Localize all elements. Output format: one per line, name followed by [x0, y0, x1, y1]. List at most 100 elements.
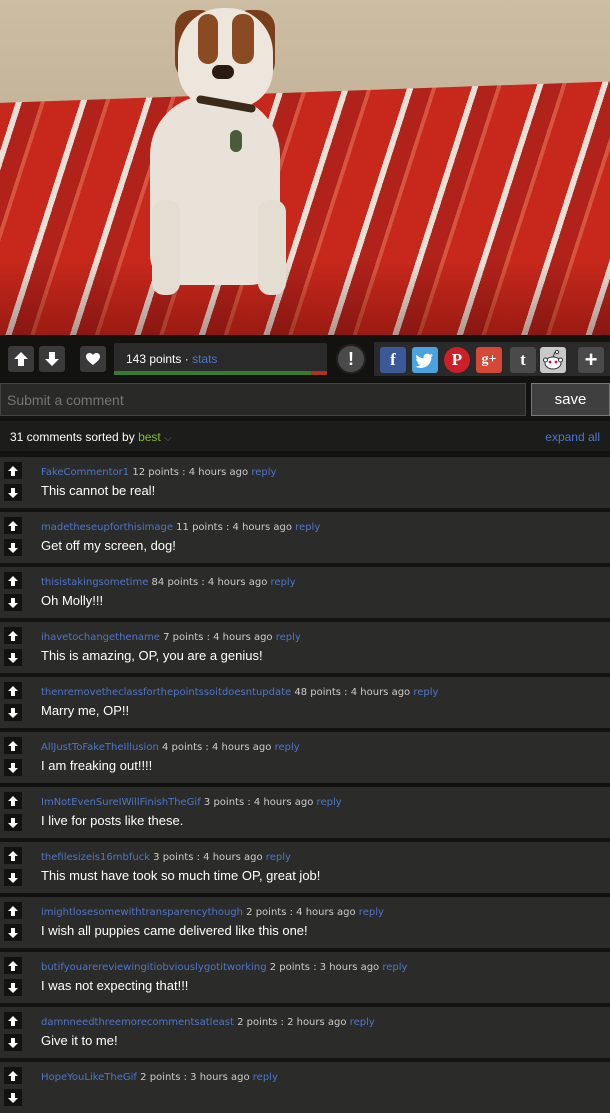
comment-upvote-button[interactable]	[4, 737, 22, 754]
arrow-down-icon	[8, 652, 18, 663]
comment-upvote-button[interactable]	[4, 682, 22, 699]
comment-author[interactable]: AllJustToFakeTheIllusion	[41, 742, 159, 753]
comment-author[interactable]: imightlosesomewithtransparencythough	[41, 907, 243, 918]
comment-author[interactable]: HopeYouLikeTheGif	[41, 1072, 137, 1083]
comment-text: Give it to me!	[41, 1033, 118, 1048]
meta-separator: :	[178, 467, 189, 478]
comment-text: I was not expecting that!!!	[41, 978, 189, 993]
googleplus-share-button[interactable]: g+	[476, 347, 502, 373]
comment-downvote-button[interactable]	[4, 979, 22, 996]
comment-text: Get off my screen, dog!	[41, 538, 176, 553]
comment-upvote-button[interactable]	[4, 1067, 22, 1084]
comment-downvote-button[interactable]	[4, 484, 22, 501]
comment-author[interactable]: thefilesizeis16mbfuck	[41, 852, 150, 863]
more-share-button[interactable]: +	[578, 347, 604, 373]
dog-nose	[212, 65, 234, 79]
comment-time: 4 hours ago	[213, 632, 273, 643]
tumblr-share-button[interactable]: t	[510, 347, 536, 373]
comment-upvote-button[interactable]	[4, 1012, 22, 1029]
post-downvote-button[interactable]	[39, 346, 65, 372]
comment-downvote-button[interactable]	[4, 759, 22, 776]
comment-text: This cannot be real!	[41, 483, 156, 498]
comment-downvote-button[interactable]	[4, 649, 22, 666]
comment-author[interactable]: damnneedthreemorecommentsatleast	[41, 1017, 234, 1028]
comment-downvote-button[interactable]	[4, 594, 22, 611]
expand-all-link[interactable]: expand all	[545, 430, 600, 444]
meta-separator: :	[341, 687, 351, 698]
comment-upvote-button[interactable]	[4, 572, 22, 589]
comment-vote-column	[2, 897, 24, 948]
meta-separator: :	[277, 1017, 288, 1028]
comment-text: I live for posts like these.	[41, 813, 184, 828]
reddit-share-button[interactable]	[540, 347, 566, 373]
comment-upvote-button[interactable]	[4, 627, 22, 644]
save-button[interactable]: save	[531, 383, 610, 416]
dog-tag	[230, 130, 242, 152]
post-upvote-button[interactable]	[8, 346, 34, 372]
arrow-up-icon	[8, 1070, 18, 1081]
comment-downvote-button[interactable]	[4, 924, 22, 941]
report-button[interactable]: !	[336, 344, 366, 374]
comment-reply-link[interactable]: reply	[253, 1072, 278, 1083]
comment-downvote-button[interactable]	[4, 1089, 22, 1106]
comment-upvote-button[interactable]	[4, 957, 22, 974]
dog-eye-patch-left	[198, 14, 218, 64]
comment-meta: AllJustToFakeTheIllusion 4 points : 4 ho…	[41, 742, 300, 753]
comment-author[interactable]: thenremovetheclassforthepointssoitdoesnt…	[41, 687, 291, 698]
comment-reply-link[interactable]: reply	[251, 467, 276, 478]
comment-author[interactable]: FakeCommentor1	[41, 467, 129, 478]
comment-reply-link[interactable]: reply	[266, 852, 291, 863]
comments-count-label: 31 comments sorted by	[10, 430, 135, 444]
dog-eye-patch-right	[232, 14, 254, 64]
comment-author[interactable]: ihavetochangethename	[41, 632, 160, 643]
comment-time: 4 hours ago	[211, 742, 272, 753]
comment-upvote-button[interactable]	[4, 902, 22, 919]
comment-text: I am freaking out!!!!	[41, 758, 153, 773]
comment-time: 4 hours ago	[207, 577, 268, 588]
comment-row: imightlosesomewithtransparencythough 2 p…	[0, 897, 610, 948]
comment-reply-link[interactable]: reply	[317, 797, 342, 808]
comment-upvote-button[interactable]	[4, 847, 22, 864]
comment-upvote-button[interactable]	[4, 462, 22, 479]
comment-downvote-button[interactable]	[4, 1034, 22, 1051]
heart-icon	[86, 353, 100, 365]
meta-separator: :	[198, 577, 208, 588]
arrow-down-icon	[8, 872, 18, 883]
comment-author[interactable]: madetheseupforthisimage	[41, 522, 173, 533]
comment-author[interactable]: thisistakingsometime	[41, 577, 148, 588]
comment-meta: damnneedthreemorecommentsatleast 2 point…	[41, 1017, 375, 1028]
reddit-alien-icon	[543, 349, 563, 370]
comment-author[interactable]: ImNotEvenSureIWillFinishTheGif	[41, 797, 201, 808]
comment-reply-link[interactable]: reply	[413, 687, 438, 698]
comment-vote-column	[2, 567, 24, 618]
comment-reply-link[interactable]: reply	[295, 522, 320, 533]
chevron-down-icon[interactable]: ⌵	[164, 433, 172, 444]
comment-downvote-button[interactable]	[4, 814, 22, 831]
favorite-button[interactable]	[80, 346, 106, 372]
sort-dropdown[interactable]: best	[138, 430, 161, 444]
comment-reply-link[interactable]: reply	[359, 907, 384, 918]
comment-input[interactable]	[0, 383, 526, 416]
comment-author[interactable]: butifyouarereviewingitiobviouslygotitwor…	[41, 962, 267, 973]
comment-vote-column	[2, 512, 24, 563]
arrow-up-icon	[8, 1015, 18, 1026]
stats-link[interactable]: stats	[192, 352, 217, 366]
comment-reply-link[interactable]: reply	[276, 632, 301, 643]
comment-downvote-button[interactable]	[4, 539, 22, 556]
comment-downvote-button[interactable]	[4, 869, 22, 886]
comment-reply-link[interactable]: reply	[382, 962, 407, 973]
facebook-share-button[interactable]: f	[380, 347, 406, 373]
comment-reply-link[interactable]: reply	[275, 742, 300, 753]
comment-row: thenremovetheclassforthepointssoitdoesnt…	[0, 677, 610, 728]
comment-reply-link[interactable]: reply	[350, 1017, 375, 1028]
comment-row: butifyouarereviewingitiobviouslygotitwor…	[0, 952, 610, 1003]
post-image[interactable]	[0, 0, 610, 335]
twitter-share-button[interactable]	[412, 347, 438, 373]
comment-reply-link[interactable]: reply	[271, 577, 296, 588]
comment-downvote-button[interactable]	[4, 704, 22, 721]
comments-header: 31 comments sorted by best ⌵ expand all	[0, 421, 610, 451]
arrow-up-icon	[8, 685, 18, 696]
pinterest-share-button[interactable]: P	[444, 347, 470, 373]
comment-upvote-button[interactable]	[4, 517, 22, 534]
comment-upvote-button[interactable]	[4, 792, 22, 809]
